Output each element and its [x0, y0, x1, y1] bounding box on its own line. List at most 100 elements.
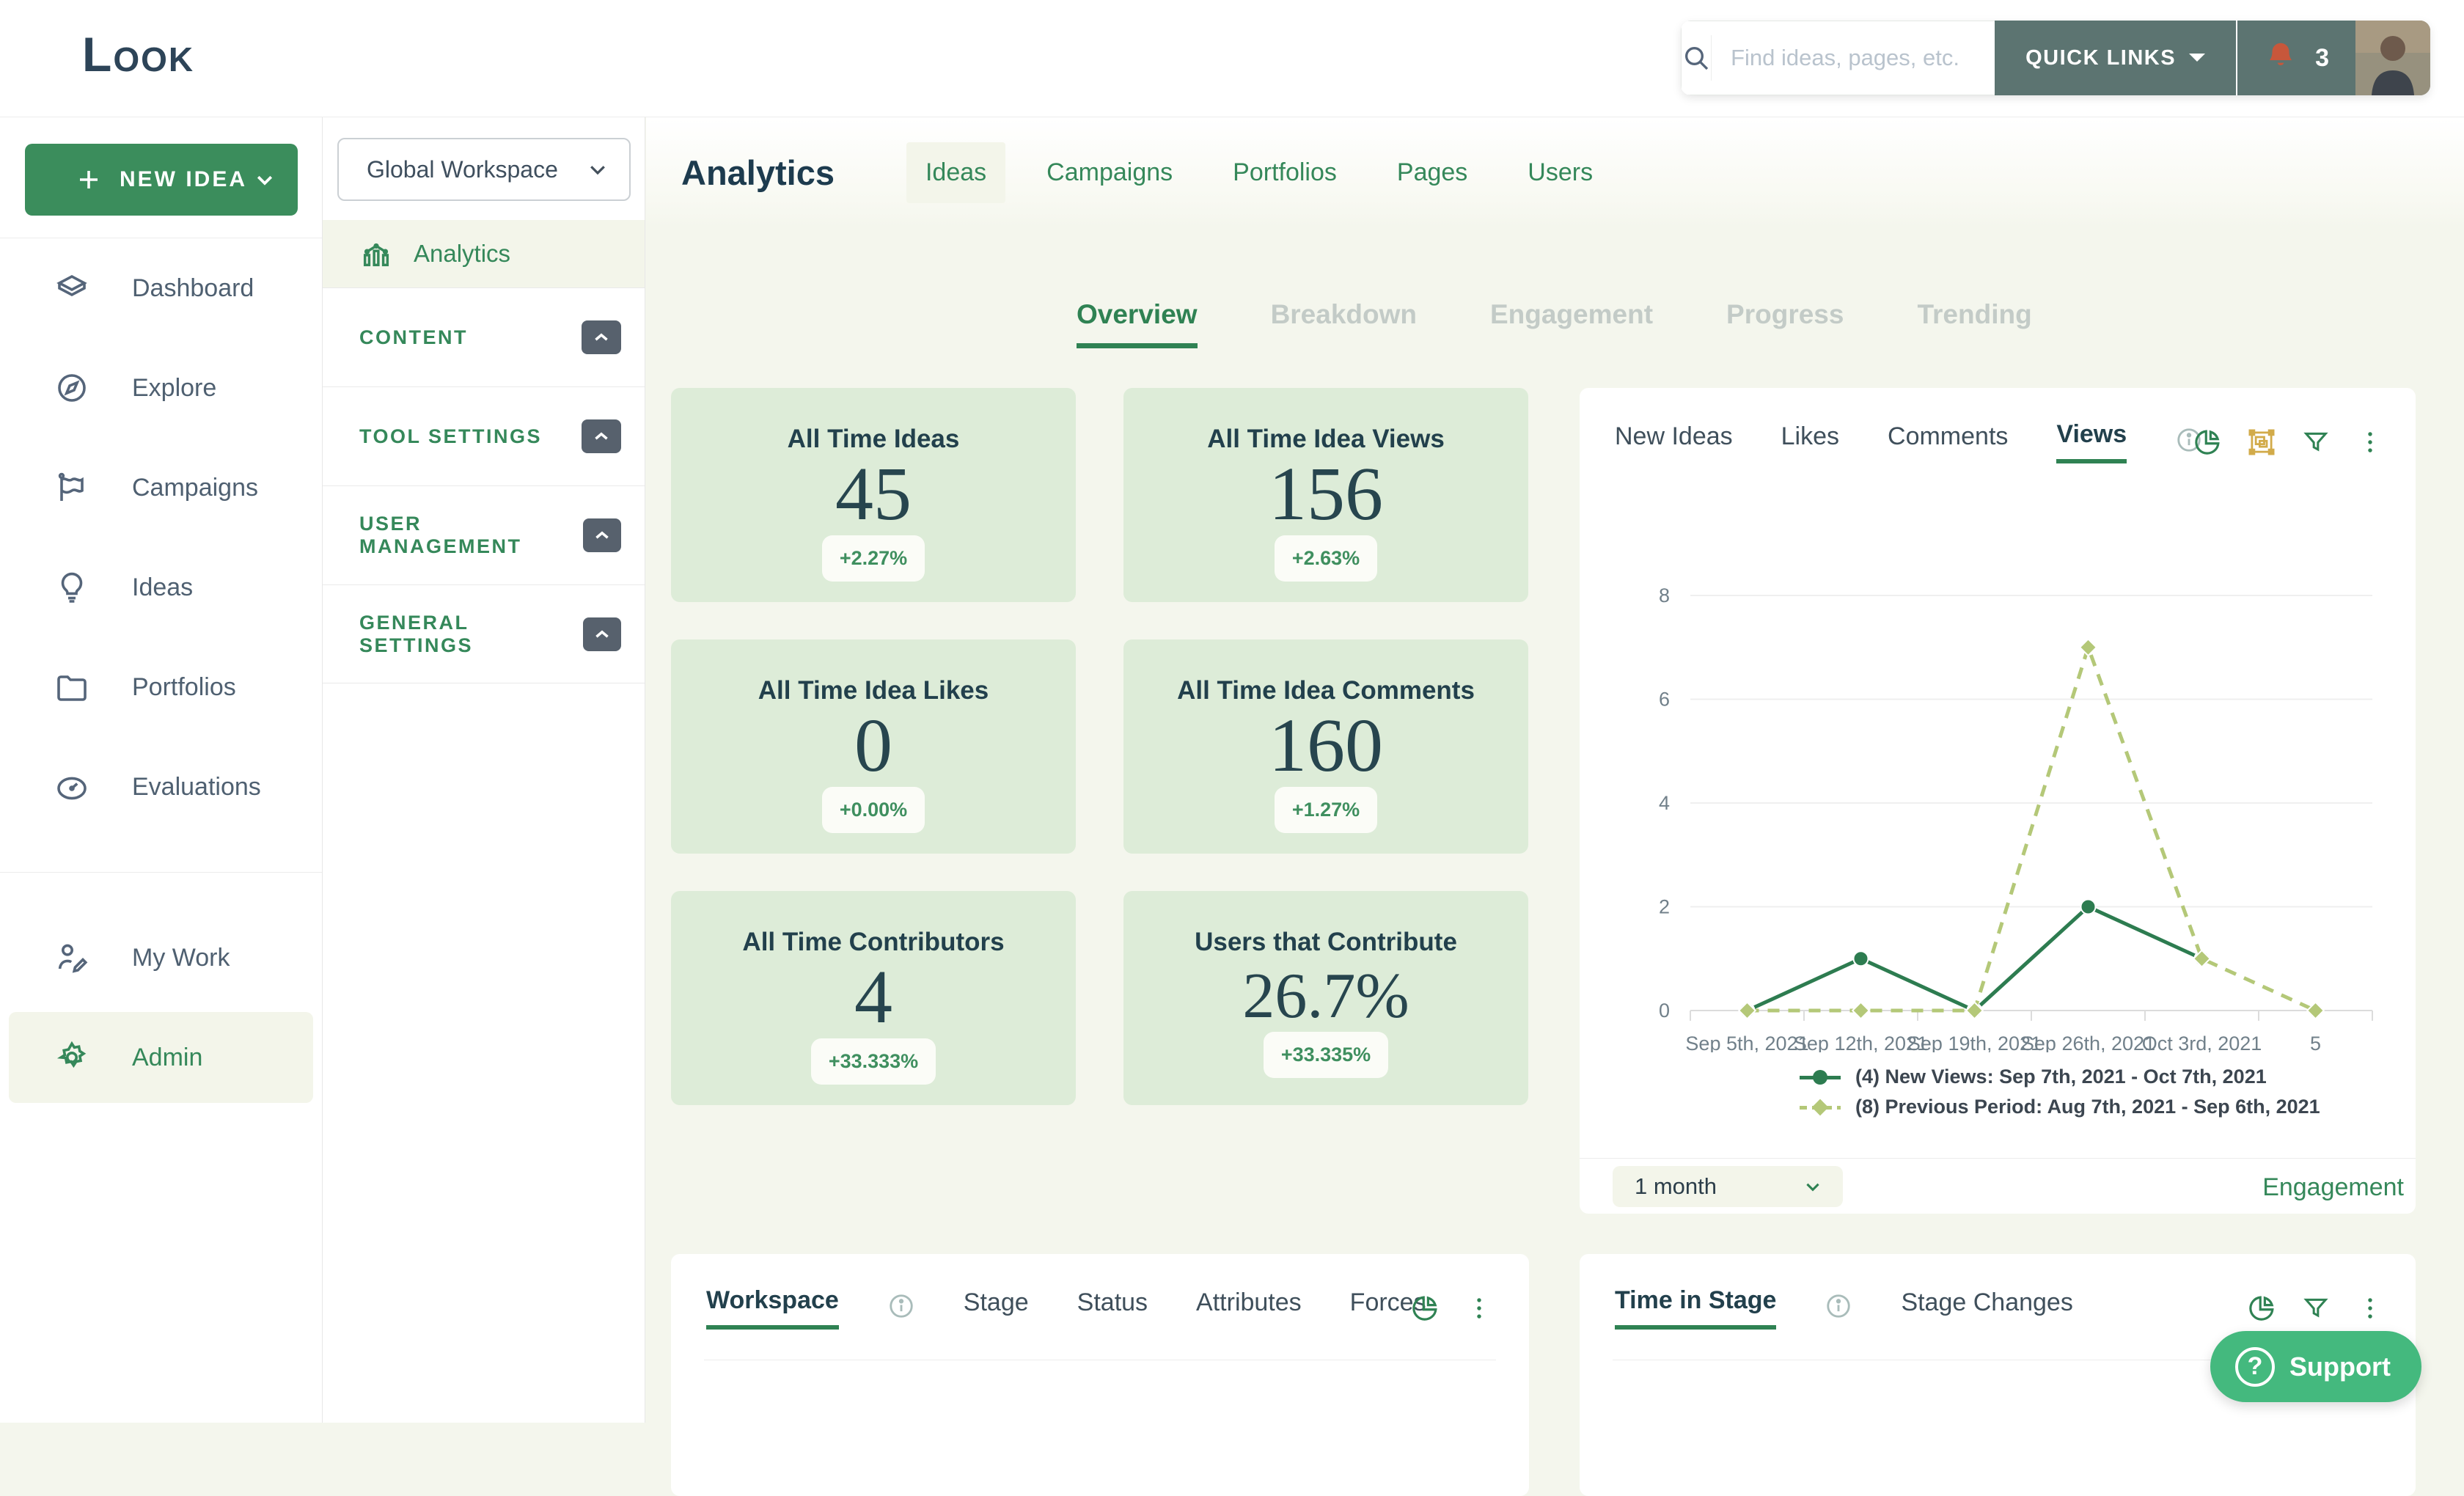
legend-marker-solid [1800, 1069, 1841, 1085]
tab-time-in-stage[interactable]: Time in Stage [1615, 1286, 1776, 1330]
subnav-item-analytics[interactable]: Analytics [323, 220, 645, 287]
collapse-section-button[interactable] [583, 518, 621, 552]
legend-item-previous-period: (8) Previous Period: Aug 7th, 2021 - Sep… [1800, 1096, 2320, 1118]
pie-chart-toggle-button[interactable] [2245, 1292, 2278, 1324]
subnav-section-user-management[interactable]: USER MANAGEMENT [323, 485, 645, 584]
stat-delta-badge: +0.00% [822, 787, 925, 833]
chevron-up-icon [593, 526, 612, 545]
svg-text:Oct 3rd, 2021: Oct 3rd, 2021 [2142, 1033, 2262, 1052]
search-input[interactable] [1712, 45, 2042, 71]
tab-users[interactable]: Users [1508, 142, 1612, 203]
sidebar-item-portfolios[interactable]: Portfolios [0, 637, 322, 737]
user-pencil-icon [54, 940, 89, 975]
pie-chart-toggle-button[interactable] [1409, 1292, 1441, 1324]
chart-legend: (4) New Views: Sep 7th, 2021 - Oct 7th, … [1800, 1066, 2320, 1118]
kebab-menu-button[interactable] [2354, 1292, 2386, 1324]
tab-status[interactable]: Status [1077, 1288, 1148, 1327]
gauge-icon [54, 769, 89, 804]
chevron-down-icon [2189, 54, 2205, 70]
question-icon: ? [2235, 1347, 2275, 1387]
engagement-link[interactable]: Engagement [2262, 1173, 2404, 1202]
stat-delta-badge: +2.63% [1275, 535, 1377, 582]
breakdown-toolbar [1409, 1292, 1495, 1324]
subtab-breakdown[interactable]: Breakdown [1271, 299, 1417, 348]
notification-count: 3 [2315, 44, 2329, 73]
svg-text:8: 8 [1659, 584, 1670, 606]
svg-text:5: 5 [2310, 1033, 2321, 1052]
subtab-engagement[interactable]: Engagement [1490, 299, 1653, 348]
gear-icon [54, 1040, 89, 1075]
info-icon[interactable] [887, 1292, 915, 1324]
workspace-selector[interactable]: Global Workspace [337, 138, 631, 201]
sidebar-item-label: My Work [132, 944, 230, 972]
tab-stage-changes[interactable]: Stage Changes [1901, 1288, 2072, 1327]
support-label: Support [2289, 1352, 2391, 1382]
subtab-trending[interactable]: Trending [1917, 299, 2031, 348]
info-icon[interactable] [1825, 1292, 1852, 1324]
collapse-section-button[interactable] [582, 419, 621, 453]
svg-text:Sep 26th, 2021: Sep 26th, 2021 [2021, 1033, 2155, 1052]
subnav-section-tool-settings[interactable]: TOOL SETTINGS [323, 386, 645, 485]
tab-campaigns[interactable]: Campaigns [1027, 142, 1192, 203]
tab-stage[interactable]: Stage [964, 1288, 1029, 1327]
user-avatar[interactable] [2355, 21, 2430, 95]
sidebar-item-dashboard[interactable]: Dashboard [0, 238, 322, 338]
tab-attributes[interactable]: Attributes [1196, 1288, 1302, 1327]
svg-text:2: 2 [1659, 896, 1670, 918]
subtab-overview[interactable]: Overview [1077, 299, 1198, 348]
app-logo[interactable]: Look [82, 26, 194, 82]
sidebar-item-ideas[interactable]: Ideas [0, 538, 322, 637]
sidebar-item-my-work[interactable]: My Work [0, 908, 322, 1008]
sidebar-item-label: Ideas [132, 573, 193, 602]
folder-icon [54, 670, 89, 705]
tab-views[interactable]: Views [2056, 420, 2127, 463]
flag-icon [54, 470, 89, 505]
subnav-section-general-settings[interactable]: GENERAL SETTINGS [323, 584, 645, 683]
tab-new-ideas[interactable]: New Ideas [1615, 422, 1733, 461]
tab-portfolios[interactable]: Portfolios [1214, 142, 1356, 203]
sidebar-item-campaigns[interactable]: Campaigns [0, 438, 322, 538]
subtab-progress[interactable]: Progress [1726, 299, 1844, 348]
section-label: GENERAL SETTINGS [359, 612, 583, 657]
analytics-tabs: Ideas Campaigns Portfolios Pages Users [906, 142, 1612, 203]
kebab-menu-button[interactable] [2354, 426, 2386, 458]
sidebar-item-admin[interactable]: Admin [9, 1012, 313, 1103]
quick-links-button[interactable]: QUICK LINKS [1995, 21, 2236, 95]
stat-delta-badge: +1.27% [1275, 787, 1377, 833]
tab-ideas[interactable]: Ideas [906, 142, 1005, 203]
new-idea-button[interactable]: NEW IDEA [25, 144, 298, 216]
tab-workspace[interactable]: Workspace [706, 1286, 839, 1330]
pie-chart-icon [2246, 1293, 2277, 1324]
filter-button[interactable] [2300, 1292, 2332, 1324]
stat-card-all-time-idea-likes: All Time Idea Likes 0 +0.00% [671, 639, 1076, 854]
compass-icon [54, 370, 89, 406]
collapse-section-button[interactable] [582, 320, 621, 354]
stat-value: 160 [1269, 705, 1383, 785]
subnav-section-content[interactable]: CONTENT [323, 287, 645, 386]
tab-pages[interactable]: Pages [1378, 142, 1486, 203]
tab-likes[interactable]: Likes [1781, 422, 1839, 461]
tab-comments[interactable]: Comments [1888, 422, 2008, 461]
quick-links-label: QUICK LINKS [2025, 46, 2176, 70]
legend-item-new-views: (4) New Views: Sep 7th, 2021 - Oct 7th, … [1800, 1066, 2320, 1088]
filter-button[interactable] [2300, 426, 2332, 458]
sidebar-item-explore[interactable]: Explore [0, 338, 322, 438]
page-title: Analytics [681, 153, 835, 193]
stat-card-all-time-idea-comments: All Time Idea Comments 160 +1.27% [1123, 639, 1528, 854]
legend-label: (4) New Views: Sep 7th, 2021 - Oct 7th, … [1855, 1066, 2267, 1088]
period-selector[interactable]: 1 month [1613, 1166, 1843, 1207]
stat-title: All Time Idea Comments [1177, 676, 1475, 705]
stage-tabs: Time in Stage Stage Changes [1615, 1286, 2073, 1330]
pie-chart-toggle-button[interactable] [2191, 426, 2223, 458]
kebab-menu-button[interactable] [1463, 1292, 1495, 1324]
stat-card-all-time-contributors: All Time Contributors 4 +33.333% [671, 891, 1076, 1105]
sidebar-item-evaluations[interactable]: Evaluations [0, 737, 322, 837]
notifications-button[interactable]: 3 [2236, 21, 2355, 95]
annotate-frame-button[interactable] [2245, 426, 2278, 458]
chevron-up-icon [592, 427, 611, 446]
header-actions: QUICK LINKS 3 [1681, 21, 2430, 95]
chevron-down-icon [1803, 1177, 1822, 1196]
search-icon [1682, 35, 1712, 81]
collapse-section-button[interactable] [583, 617, 621, 651]
support-button[interactable]: ? Support [2210, 1331, 2421, 1402]
